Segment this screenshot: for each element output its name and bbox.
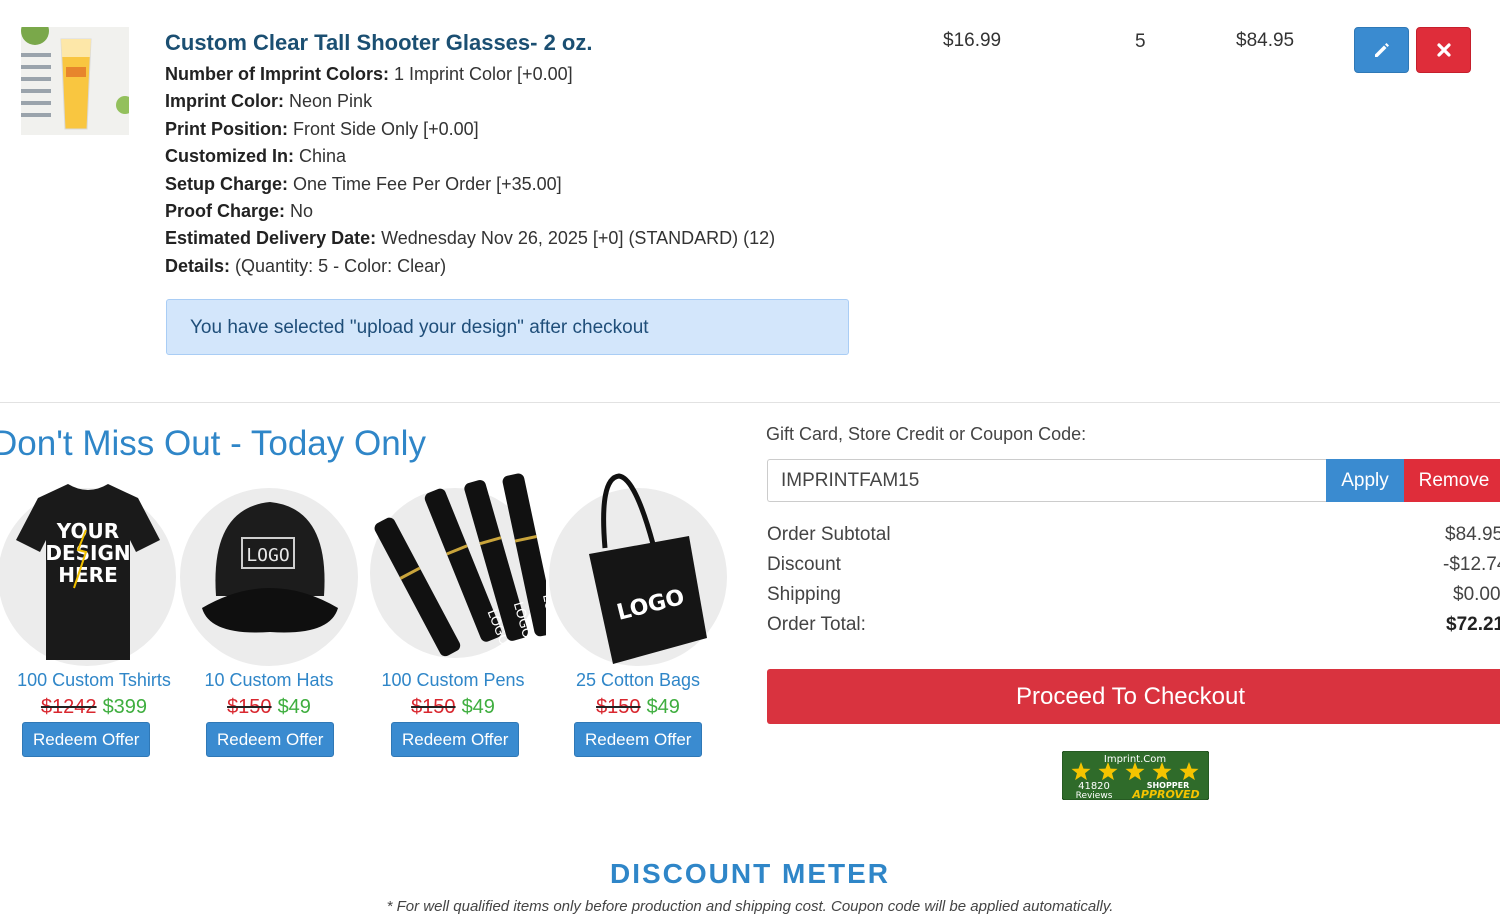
svg-text:LOGO: LOGO	[246, 545, 289, 566]
proceed-to-checkout-button[interactable]: Proceed To Checkout	[767, 669, 1500, 724]
old-price: $1242	[40, 696, 97, 718]
edit-item-button[interactable]	[1354, 27, 1409, 73]
bag-image: LOGO	[589, 473, 707, 664]
pencil-icon	[1374, 43, 1389, 57]
attr-details: Details: (Quantity: 5 - Color: Clear)	[165, 255, 447, 276]
tshirt-image: YOUR DESIGN HERE	[16, 484, 160, 660]
order-total-row: Order Total: $72.21	[767, 612, 1500, 642]
shopper-approved-badge[interactable]: Imprint.Com 41820 Reviews SHOPPER APPROV…	[1061, 750, 1210, 801]
subtotal-value: $84.95	[1445, 524, 1500, 545]
offer-price: $150 $49	[353, 696, 553, 719]
shooter-glass-image	[21, 27, 129, 135]
unit-price: $16.99	[943, 30, 1002, 51]
attr-imprint-colors: Number of Imprint Colors: 1 Imprint Colo…	[165, 64, 573, 84]
upload-design-notice: You have selected "upload your design" a…	[166, 299, 849, 355]
product-attributes: Number of Imprint Colors: 1 Imprint Colo…	[165, 61, 775, 280]
item-quantity: 5	[1135, 31, 1146, 52]
svg-text:DESIGN: DESIGN	[45, 541, 130, 565]
new-price: $399	[102, 696, 148, 718]
section-divider	[0, 402, 1500, 403]
attr-proof-charge: Proof Charge: No	[165, 201, 314, 222]
new-price: $49	[461, 696, 495, 718]
pens-image: LOGO LOGO LOGO	[374, 473, 546, 657]
product-title[interactable]: Custom Clear Tall Shooter Glasses- 2 oz.	[165, 30, 593, 56]
order-total-label: Order Total:	[767, 614, 866, 635]
subtotal-row: Order Subtotal $84.95	[767, 522, 1500, 552]
order-totals: Order Subtotal $84.95 Discount -$12.74 S…	[767, 522, 1500, 642]
shipping-label: Shipping	[767, 584, 841, 605]
redeem-offer-button[interactable]: Redeem Offer	[206, 722, 335, 757]
remove-item-button[interactable]	[1416, 27, 1471, 73]
hat-image: LOGO	[202, 502, 338, 633]
subtotal-label: Order Subtotal	[767, 524, 891, 545]
new-price: $49	[646, 696, 680, 718]
discount-row: Discount -$12.74	[767, 552, 1500, 582]
offer-name[interactable]: 100 Custom Pens	[353, 670, 553, 691]
line-total: $84.95	[1236, 30, 1295, 51]
apply-coupon-button[interactable]: Apply	[1326, 459, 1404, 502]
remove-coupon-button[interactable]: Remove	[1404, 459, 1500, 502]
attr-imprint-color: Imprint Color: Neon Pink	[165, 91, 373, 112]
checkout-label: Proceed To Checkout	[1015, 683, 1246, 710]
attr-setup-charge: Setup Charge: One Time Fee Per Order [+3…	[165, 173, 562, 194]
offer-price: $150 $49	[169, 696, 369, 719]
close-icon	[1436, 43, 1451, 57]
redeem-offer-button[interactable]: Redeem Offer	[391, 722, 520, 757]
attr-delivery-date: Estimated Delivery Date: Wednesday Nov 2…	[165, 228, 776, 249]
attr-customized-in: Customized In: China	[165, 146, 347, 167]
discount-value: -$12.74	[1443, 554, 1500, 575]
coupon-label: Gift Card, Store Credit or Coupon Code:	[766, 424, 1087, 444]
offers-heading: Don't Miss Out - Today Only	[0, 424, 426, 463]
svg-text:APPROVED: APPROVED	[1131, 788, 1199, 800]
redeem-offer-button[interactable]: Redeem Offer	[574, 722, 703, 757]
offer-price: $1242 $399	[0, 696, 194, 719]
attr-print-position: Print Position: Front Side Only [+0.00]	[165, 118, 479, 139]
offer-price: $150 $49	[538, 696, 738, 719]
shipping-row: Shipping $0.00	[767, 582, 1500, 612]
old-price: $150	[411, 696, 456, 718]
shopper-approved-icon: Imprint.Com 41820 Reviews SHOPPER APPROV…	[1061, 750, 1210, 801]
offer-name[interactable]: 100 Custom Tshirts	[0, 670, 194, 691]
discount-meter-title: DISCOUNT METER	[610, 858, 890, 889]
coupon-code-input[interactable]	[767, 459, 1326, 502]
discount-label: Discount	[767, 554, 841, 575]
offer-name[interactable]: 25 Cotton Bags	[538, 670, 738, 691]
discount-meter-note: * For well qualified items only before p…	[386, 898, 1114, 915]
svg-text:Reviews: Reviews	[1076, 791, 1113, 800]
redeem-offer-button[interactable]: Redeem Offer	[22, 722, 151, 757]
offer-name[interactable]: 10 Custom Hats	[169, 670, 369, 691]
old-price: $150	[227, 696, 272, 718]
order-total-value: $72.21	[1446, 614, 1500, 635]
shipping-value: $0.00	[1453, 584, 1500, 605]
svg-text:YOUR: YOUR	[56, 519, 119, 543]
product-thumbnail[interactable]	[21, 27, 129, 135]
old-price: $150	[596, 696, 641, 718]
svg-text:HERE: HERE	[58, 563, 117, 587]
new-price: $49	[277, 696, 311, 718]
